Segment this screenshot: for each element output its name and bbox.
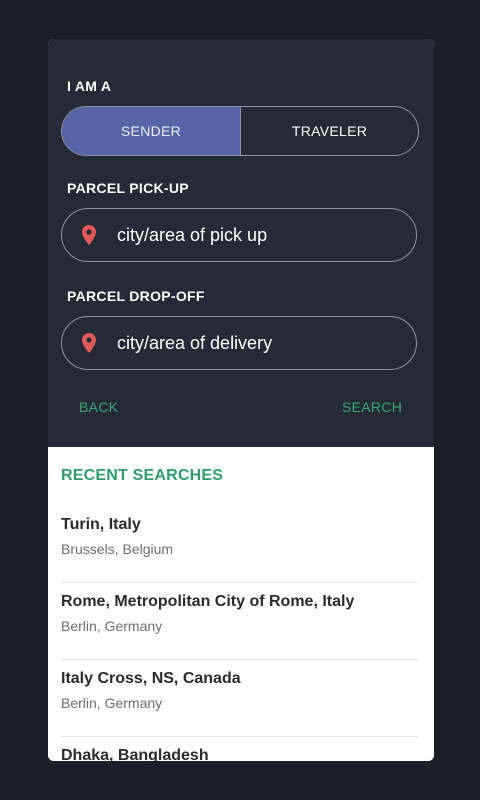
- back-button[interactable]: BACK: [79, 399, 118, 415]
- recent-search-item[interactable]: Turin, Italy Brussels, Belgium: [61, 506, 418, 583]
- recent-searches-section: RECENT SEARCHES Turin, Italy Brussels, B…: [48, 447, 434, 761]
- recent-search-item[interactable]: Rome, Metropolitan City of Rome, Italy B…: [61, 583, 418, 660]
- dropoff-input[interactable]: [115, 331, 389, 355]
- recent-searches-title: RECENT SEARCHES: [61, 467, 224, 484]
- recent-search-origin: Berlin, Germany: [61, 618, 163, 634]
- location-pin-icon: [81, 333, 97, 353]
- recent-search-item[interactable]: Italy Cross, NS, Canada Berlin, Germany: [61, 660, 418, 737]
- pickup-field[interactable]: [61, 208, 417, 262]
- role-label: I AM A: [67, 78, 112, 94]
- sender-toggle-button[interactable]: SENDER: [62, 107, 241, 155]
- role-toggle: SENDER TRAVELER: [61, 106, 419, 156]
- pickup-label: PARCEL PICK-UP: [67, 180, 189, 196]
- dropoff-label: PARCEL DROP-OFF: [67, 288, 205, 304]
- recent-search-destination: Rome, Metropolitan City of Rome, Italy: [61, 593, 355, 610]
- pickup-input[interactable]: [115, 223, 389, 247]
- recent-search-destination: Turin, Italy: [61, 516, 141, 533]
- recent-search-destination: Dhaka, Bangladesh: [61, 747, 209, 761]
- dropoff-field[interactable]: [61, 316, 417, 370]
- search-form-panel: I AM A SENDER TRAVELER PARCEL PICK-UP PA…: [48, 39, 434, 447]
- recent-search-origin: Brussels, Belgium: [61, 541, 174, 557]
- recent-search-item[interactable]: Dhaka, Bangladesh: [61, 737, 418, 761]
- search-card: I AM A SENDER TRAVELER PARCEL PICK-UP PA…: [48, 39, 434, 761]
- recent-search-destination: Italy Cross, NS, Canada: [61, 670, 241, 687]
- traveler-toggle-button[interactable]: TRAVELER: [241, 107, 418, 155]
- recent-search-origin: Berlin, Germany: [61, 695, 163, 711]
- location-pin-icon: [81, 225, 97, 245]
- search-button[interactable]: SEARCH: [342, 399, 402, 415]
